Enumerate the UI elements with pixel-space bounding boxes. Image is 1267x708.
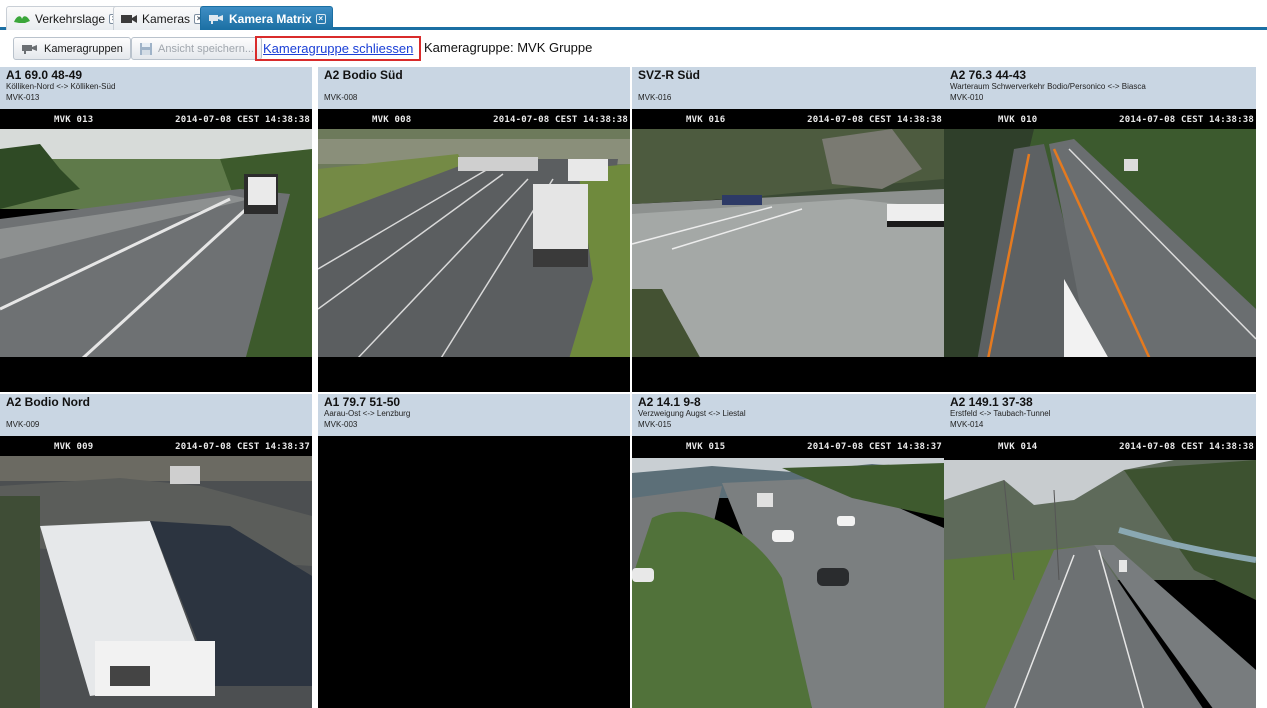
camera-header: A1 69.0 48-49 Kölliken-Nord <-> Kölliken… bbox=[0, 67, 312, 109]
camera-header: A2 14.1 9-8 Verzweigung Augst <-> Liesta… bbox=[632, 394, 944, 436]
overlay-camera-id: MVK 015 bbox=[686, 442, 726, 452]
camera-overlay: MVK 016 2014-07-08 CEST 14:38:38 bbox=[632, 109, 944, 129]
camera-header: A2 149.1 37-38 Erstfeld <-> Taubach-Tunn… bbox=[944, 394, 1256, 436]
tab-label: Kamera Matrix bbox=[229, 11, 312, 26]
camera-feed[interactable]: MVK 016 2014-07-08 CEST 14:38:38 bbox=[632, 109, 944, 392]
camera-tile[interactable]: A1 69.0 48-49 Kölliken-Nord <-> Kölliken… bbox=[0, 67, 312, 392]
toolbar: Kameragruppen Ansicht speichern... Kamer… bbox=[0, 33, 1267, 63]
overlay-timestamp: 2014-07-08 CEST 14:38:38 bbox=[1119, 442, 1254, 452]
camera-title: A2 76.3 44-43 bbox=[950, 68, 1027, 82]
tab-strip: Verkehrslage × Kameras × Kamera Matrix × bbox=[0, 0, 1267, 30]
camera-overlay: MVK 009 2014-07-08 CEST 14:38:37 bbox=[0, 436, 312, 456]
camera-subtitle bbox=[324, 82, 624, 92]
camera-tile[interactable]: A2 76.3 44-43 Warteraum Schwerverkehr Bo… bbox=[944, 67, 1256, 392]
camera-id: MVK-015 bbox=[638, 420, 672, 429]
camera-feed[interactable]: MVK 014 2014-07-08 CEST 14:38:38 bbox=[944, 436, 1256, 708]
overlay-timestamp: 2014-07-08 CEST 14:38:38 bbox=[493, 115, 628, 125]
camera-image bbox=[632, 458, 944, 708]
camera-overlay: MVK 013 2014-07-08 CEST 14:38:38 bbox=[0, 109, 312, 129]
camera-overlay: MVK 008 2014-07-08 CEST 14:38:38 bbox=[318, 109, 630, 129]
camera-header: A2 Bodio Nord MVK-009 bbox=[0, 394, 312, 436]
camera-groups-label: Kameragruppen bbox=[44, 42, 123, 55]
overlay-timestamp: 2014-07-08 CEST 14:38:37 bbox=[175, 442, 310, 452]
camera-header: A1 79.7 51-50 Aarau-Ost <-> Lenzburg MVK… bbox=[318, 394, 630, 436]
camera-title: SVZ-R Süd bbox=[638, 68, 700, 82]
overlay-camera-id: MVK 009 bbox=[54, 442, 94, 452]
close-camera-group-link[interactable]: Kameragruppe schliessen bbox=[255, 36, 422, 61]
camera-id: MVK-016 bbox=[638, 93, 672, 102]
camera-id: MVK-014 bbox=[950, 420, 984, 429]
camera-feed[interactable]: MVK 008 2014-07-08 CEST 14:38:38 bbox=[318, 109, 630, 392]
overlay-camera-id: MVK 008 bbox=[372, 115, 412, 125]
camera-image bbox=[632, 129, 944, 379]
overlay-camera-id: MVK 016 bbox=[686, 115, 726, 125]
overlay-timestamp: 2014-07-08 CEST 14:38:38 bbox=[1119, 115, 1254, 125]
camera-title: A2 Bodio Süd bbox=[324, 68, 403, 82]
camera-image bbox=[0, 129, 312, 379]
camera-feed[interactable] bbox=[318, 436, 630, 708]
camera-header: A2 Bodio Süd MVK-008 bbox=[318, 67, 630, 109]
traffic-icon bbox=[14, 15, 30, 23]
save-view-label: Ansicht speichern... bbox=[158, 42, 254, 55]
close-tab-icon[interactable]: × bbox=[315, 13, 326, 24]
camera-image bbox=[0, 456, 312, 708]
camera-title: A2 Bodio Nord bbox=[6, 395, 90, 409]
camera-overlay: MVK 014 2014-07-08 CEST 14:38:38 bbox=[944, 436, 1256, 456]
overlay-camera-id: MVK 013 bbox=[54, 115, 94, 125]
camera-tile[interactable]: A2 14.1 9-8 Verzweigung Augst <-> Liesta… bbox=[632, 394, 944, 708]
camera-feed[interactable]: MVK 015 2014-07-08 CEST 14:38:37 bbox=[632, 436, 944, 708]
camera-groups-button[interactable]: Kameragruppen bbox=[13, 37, 131, 60]
save-disk-icon bbox=[140, 42, 152, 55]
camera-overlay: MVK 015 2014-07-08 CEST 14:38:37 bbox=[632, 436, 944, 456]
tab-label: Kameras bbox=[142, 11, 191, 26]
camera-image bbox=[944, 460, 1256, 708]
camera-group-label: Kameragruppe: MVK Gruppe bbox=[424, 40, 593, 55]
tab-label: Verkehrslage bbox=[35, 11, 106, 26]
camera-subtitle: Kölliken-Nord <-> Kölliken-Süd bbox=[6, 82, 116, 91]
camera-subtitle: Warteraum Schwerverkehr Bodio/Personico … bbox=[950, 82, 1146, 91]
camera-id: MVK-010 bbox=[950, 93, 984, 102]
tab-kameras[interactable]: Kameras × bbox=[113, 6, 212, 30]
camera-tile[interactable]: SVZ-R Süd MVK-016 MVK 016 2014-07-08 CES… bbox=[632, 67, 944, 392]
camera-matrix-icon bbox=[209, 14, 223, 24]
camera-subtitle: Verzweigung Augst <-> Liestal bbox=[638, 409, 746, 418]
camera-tile[interactable]: A2 149.1 37-38 Erstfeld <-> Taubach-Tunn… bbox=[944, 394, 1256, 708]
camera-overlay bbox=[318, 436, 630, 456]
camera-subtitle bbox=[6, 409, 306, 419]
camera-id: MVK-003 bbox=[324, 420, 358, 429]
overlay-timestamp: 2014-07-08 CEST 14:38:38 bbox=[807, 115, 942, 125]
camera-title: A2 149.1 37-38 bbox=[950, 395, 1033, 409]
camera-title: A1 79.7 51-50 bbox=[324, 395, 401, 409]
save-view-button[interactable]: Ansicht speichern... bbox=[131, 37, 262, 60]
tab-verkehrslage[interactable]: Verkehrslage × bbox=[6, 6, 127, 30]
camera-overlay: MVK 010 2014-07-08 CEST 14:38:38 bbox=[944, 109, 1256, 129]
camera-tile[interactable]: A2 Bodio Süd MVK-008 MVK 008 2014-07-08 … bbox=[318, 67, 630, 392]
camera-tile[interactable]: A1 79.7 51-50 Aarau-Ost <-> Lenzburg MVK… bbox=[318, 394, 630, 708]
camera-id: MVK-008 bbox=[324, 93, 358, 102]
camera-tile[interactable]: A2 Bodio Nord MVK-009 MVK 009 2014-07-08… bbox=[0, 394, 312, 708]
camera-feed[interactable]: MVK 013 2014-07-08 CEST 14:38:38 bbox=[0, 109, 312, 392]
camera-subtitle bbox=[638, 82, 938, 92]
camera-header: SVZ-R Süd MVK-016 bbox=[632, 67, 944, 109]
camera-image bbox=[944, 129, 1256, 379]
camera-feed[interactable]: MVK 009 2014-07-08 CEST 14:38:37 bbox=[0, 436, 312, 708]
camera-header: A2 76.3 44-43 Warteraum Schwerverkehr Bo… bbox=[944, 67, 1256, 109]
tab-kamera-matrix[interactable]: Kamera Matrix × bbox=[200, 6, 333, 30]
camera-icon bbox=[121, 14, 137, 23]
overlay-camera-id: MVK 014 bbox=[998, 442, 1038, 452]
overlay-timestamp: 2014-07-08 CEST 14:38:37 bbox=[807, 442, 942, 452]
camera-subtitle: Aarau-Ost <-> Lenzburg bbox=[324, 409, 411, 418]
camera-feed[interactable]: MVK 010 2014-07-08 CEST 14:38:38 bbox=[944, 109, 1256, 392]
camera-title: A1 69.0 48-49 bbox=[6, 68, 83, 82]
camera-id: MVK-013 bbox=[6, 93, 40, 102]
camera-title: A2 14.1 9-8 bbox=[638, 395, 701, 409]
camera-group-icon bbox=[22, 44, 37, 54]
camera-id: MVK-009 bbox=[6, 420, 40, 429]
camera-subtitle: Erstfeld <-> Taubach-Tunnel bbox=[950, 409, 1051, 418]
overlay-camera-id: MVK 010 bbox=[998, 115, 1038, 125]
overlay-timestamp: 2014-07-08 CEST 14:38:38 bbox=[175, 115, 310, 125]
camera-image bbox=[318, 129, 630, 379]
